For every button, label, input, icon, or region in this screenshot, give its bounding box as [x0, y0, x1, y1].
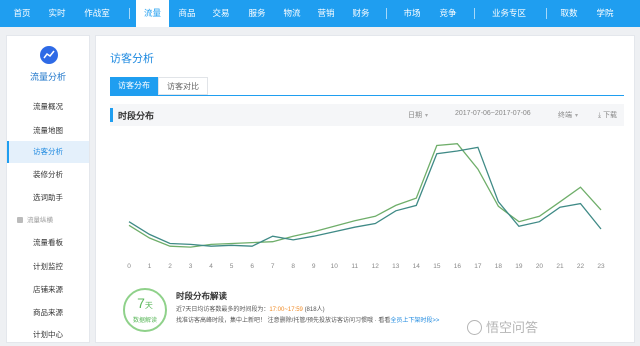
nav-separator [546, 8, 547, 19]
insight-badge-number: 7天 [125, 296, 165, 313]
x-tick-label: 18 [495, 263, 503, 270]
nav-item-war-room[interactable]: 作战室 [78, 0, 116, 27]
nav-item-academy[interactable]: 学院 [590, 0, 620, 27]
nav-item-business-zone[interactable]: 业务专区 [484, 0, 534, 27]
nav-separator [474, 8, 475, 19]
x-tick-label: 23 [597, 263, 605, 270]
sidebar-item-keyword-assistant[interactable]: 选词助手 [7, 187, 89, 209]
series-line-1 [128, 146, 602, 247]
insight-title: 时段分布解读 [176, 291, 228, 301]
x-tick-label: 3 [189, 263, 193, 270]
top-navigation: 首页 实时 作战室 流量 商品 交易 服务 物流 营销 财务 市场 竞争 业务专… [0, 0, 640, 27]
nav-item-market[interactable]: 市场 [396, 0, 428, 27]
x-tick-label: 19 [515, 263, 523, 270]
sidebar-item-traffic-overview[interactable]: 流量概况 [7, 96, 89, 118]
x-tick-label: 4 [209, 263, 213, 270]
x-tick-label: 17 [474, 263, 482, 270]
insight-line-1-prefix: 近7天日均访客数最多的时间段为： [176, 307, 270, 313]
insight-line-2-prefix: 找准访客高峰时段，集中上新吧！ 注意删除/托管/预先投放访客访问习惯哦 · 看看 [176, 318, 391, 324]
sidebar-group-label: 流量纵横 [27, 217, 53, 224]
nav-item-finance[interactable]: 财务 [345, 0, 377, 27]
badge-unit: 天 [144, 301, 153, 310]
x-tick-label: 1 [148, 263, 152, 270]
watermark: 悟空问答 [467, 317, 538, 336]
series-line-0 [128, 143, 602, 248]
nav-item-realtime[interactable]: 实时 [42, 0, 72, 27]
x-tick-label: 16 [454, 263, 462, 270]
sidebar-item-visitor-analysis[interactable]: 访客分析 [7, 141, 89, 163]
sidebar-item-plan-monitor[interactable]: 计划监控 [7, 256, 89, 278]
nav-item-marketing[interactable]: 营销 [310, 0, 342, 27]
peak-visitors: (818人) [304, 307, 325, 313]
sidebar-item-shop-sources[interactable]: 店铺来源 [7, 279, 89, 301]
main-panel: 访客分析 访客分布 访客对比 时段分布 日期 ▾ 2017-07-06~2017-… [95, 35, 635, 343]
sidebar-group-header: 流量纵横 [17, 214, 53, 224]
insight-line-2: 找准访客高峰时段，集中上新吧！ 注意删除/托管/预先投放访客访问习惯哦 · 看看… [176, 315, 439, 324]
sidebar-item-traffic-map[interactable]: 流量地图 [7, 120, 89, 142]
x-tick-label: 14 [413, 263, 421, 270]
x-tick-label: 11 [351, 263, 358, 270]
insight-line-1: 近7天日均访客数最多的时间段为：17:00~17:59 (818人) [176, 304, 325, 313]
sidebar-item-traffic-board[interactable]: 流量看板 [7, 232, 89, 254]
nav-item-products[interactable]: 商品 [172, 0, 202, 27]
x-tick-label: 13 [392, 263, 400, 270]
x-tick-label: 12 [372, 263, 380, 270]
x-tick-label: 10 [331, 263, 339, 270]
peak-time-highlight: 17:00~17:59 [269, 307, 303, 313]
nav-item-traffic[interactable]: 流量 [136, 0, 169, 27]
x-tick-label: 22 [577, 263, 585, 270]
traffic-analysis-logo-icon [40, 46, 58, 64]
watermark-logo-icon [467, 320, 482, 335]
x-tick-label: 2 [168, 263, 172, 270]
insight-badge-label: 数据解读 [132, 318, 157, 324]
x-tick-label: 5 [230, 263, 234, 270]
x-tick-label: 20 [536, 263, 544, 270]
sidebar-title: 流量分析 [29, 72, 66, 82]
badge-number: 7 [137, 295, 145, 311]
listing-time-link[interactable]: 全员上下架时段>> [390, 318, 439, 324]
nav-item-data-fetch[interactable]: 取数 [554, 0, 584, 27]
sidebar: 流量分析 流量概况 流量地图 访客分析 装修分析 选词助手 流量纵横 流量看板 … [6, 35, 90, 343]
x-tick-label: 9 [312, 263, 316, 270]
group-icon [17, 217, 23, 223]
time-distribution-chart: 0 1 2 3 4 5 6 7 8 9 10 11 12 13 14 15 16 17 18 19 20 21 22 23 [127, 143, 605, 270]
nav-item-home[interactable]: 首页 [6, 0, 38, 27]
x-tick-label: 0 [127, 263, 131, 270]
nav-separator [129, 8, 130, 19]
x-tick-label: 6 [250, 263, 254, 270]
nav-item-logistics[interactable]: 物流 [276, 0, 308, 27]
sidebar-item-decoration-analysis[interactable]: 装修分析 [7, 164, 89, 186]
sidebar-item-product-sources[interactable]: 商品来源 [7, 302, 89, 324]
x-tick-label: 8 [291, 263, 295, 270]
nav-item-competition[interactable]: 竞争 [432, 0, 464, 27]
x-tick-label: 21 [556, 263, 564, 270]
watermark-text: 悟空问答 [486, 320, 539, 335]
nav-separator [386, 8, 387, 19]
nav-item-service[interactable]: 服务 [241, 0, 273, 27]
nav-item-trade[interactable]: 交易 [206, 0, 236, 27]
insight-badge: 7天 数据解读 [123, 288, 167, 332]
x-tick-label: 7 [271, 263, 275, 270]
x-tick-label: 15 [433, 263, 441, 270]
